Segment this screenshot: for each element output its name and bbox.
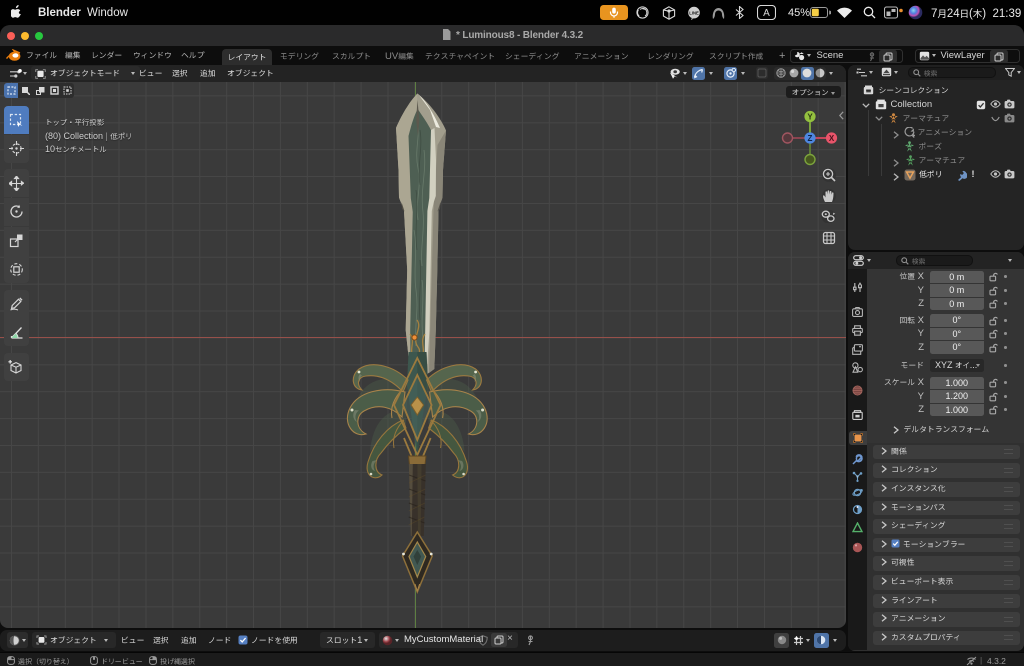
- svg-text:Y: Y: [807, 112, 813, 121]
- svg-text:Z: Z: [808, 133, 813, 142]
- svg-text:LINE: LINE: [689, 10, 699, 15]
- svg-text:A: A: [763, 8, 770, 19]
- svg-text:X: X: [829, 133, 835, 142]
